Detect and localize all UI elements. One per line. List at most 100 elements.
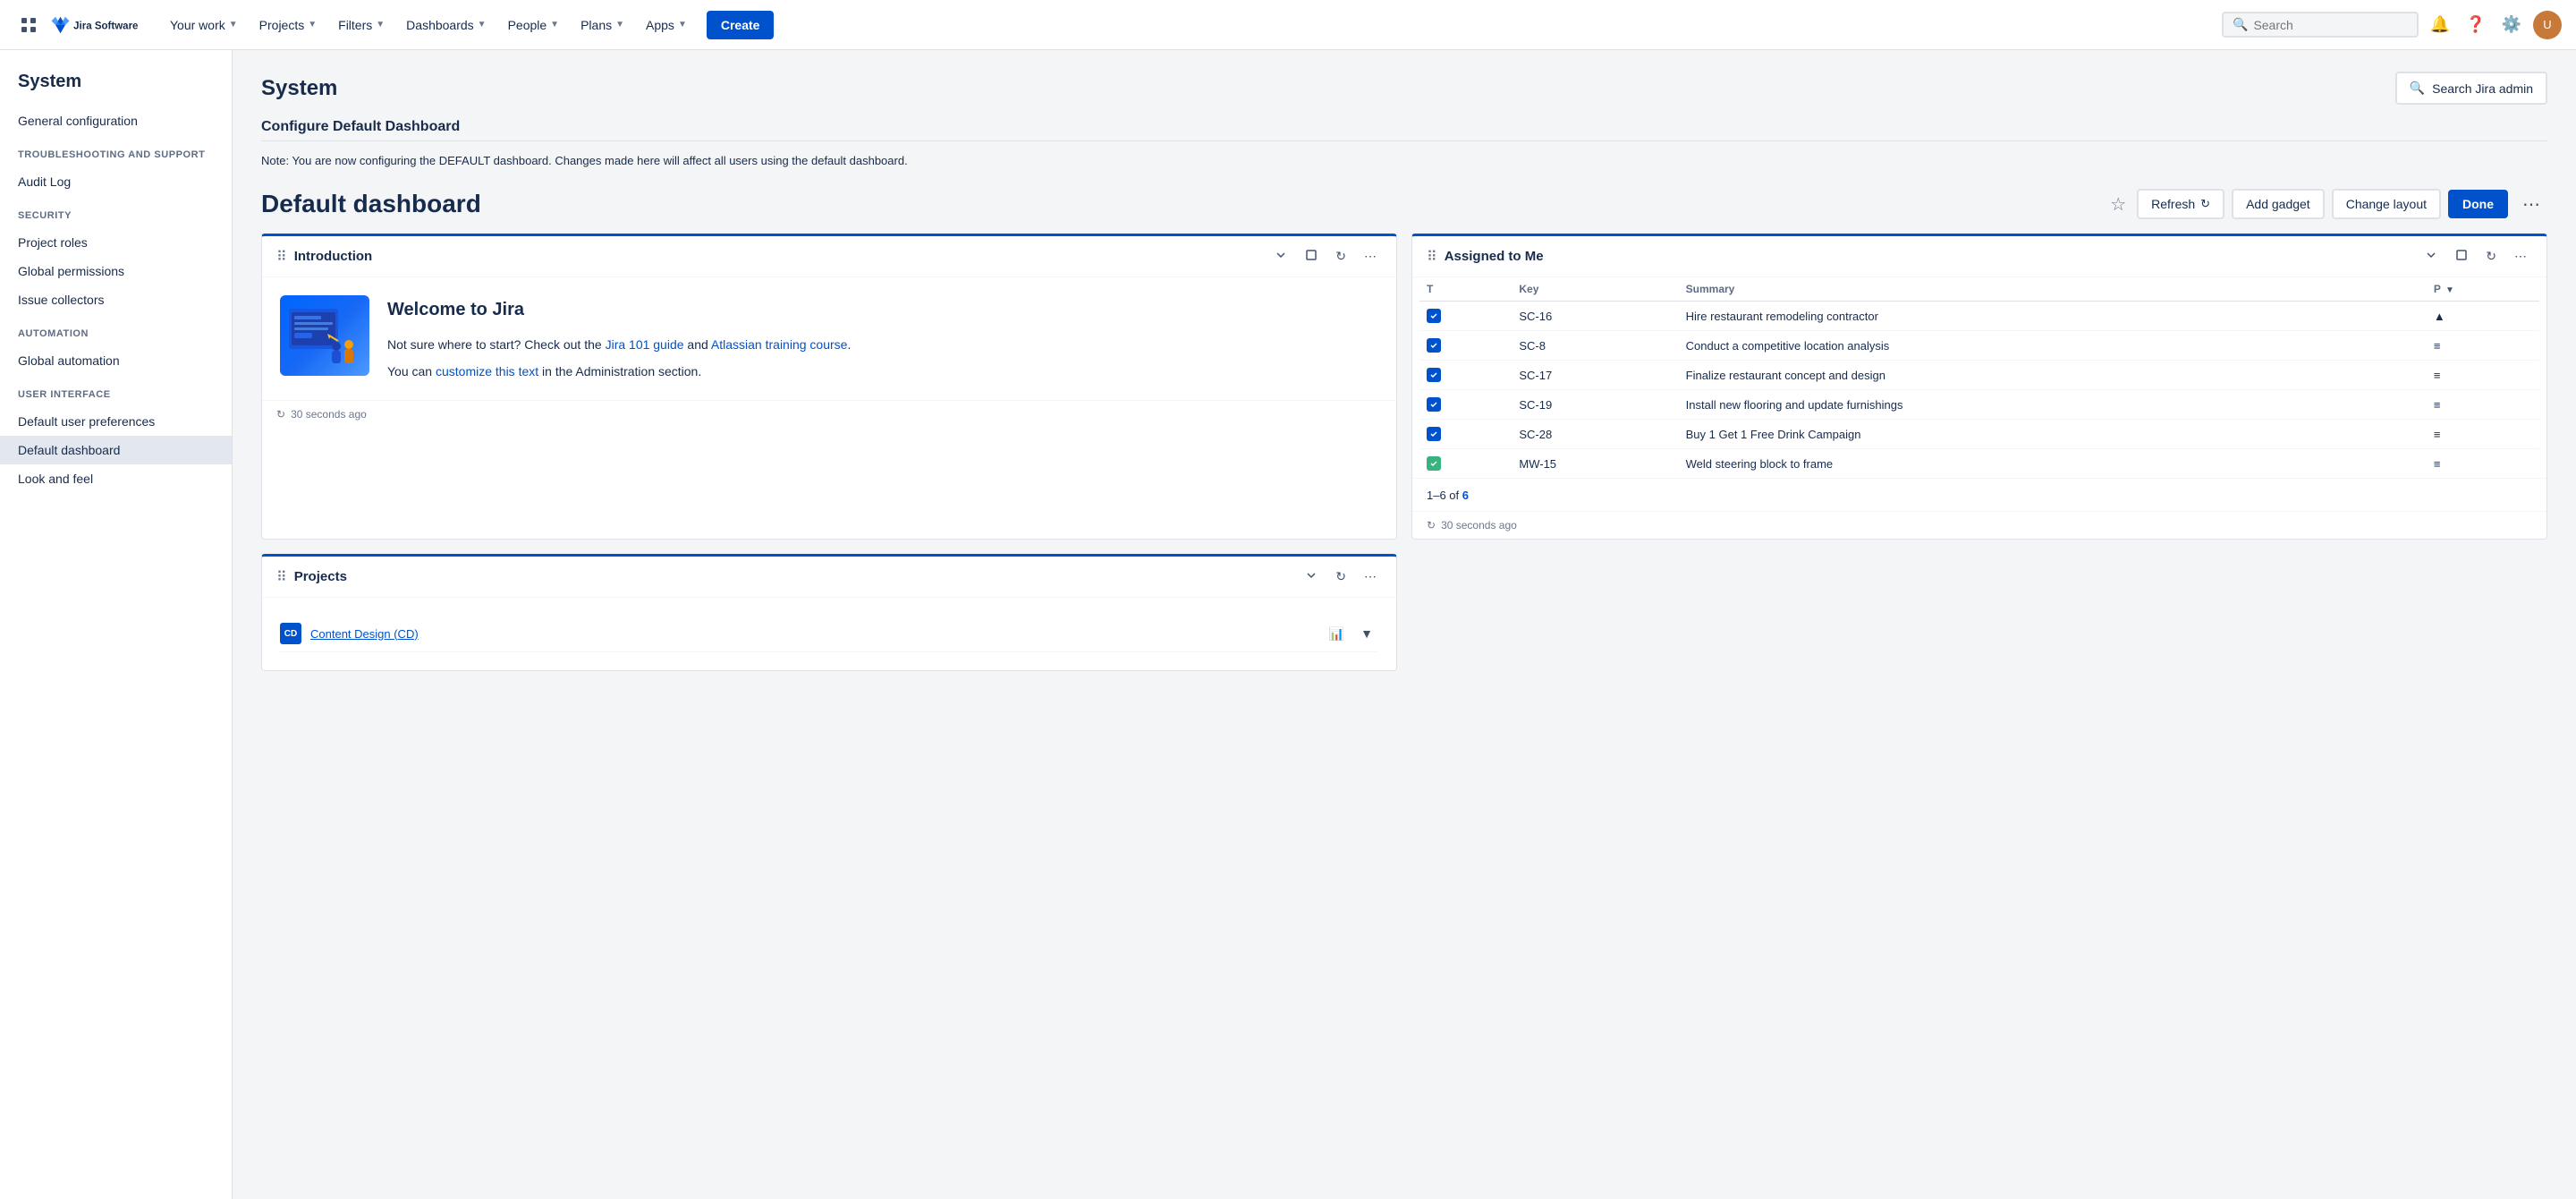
intro-body-post: . bbox=[847, 337, 851, 352]
help-button[interactable]: ❓ bbox=[2462, 11, 2490, 39]
jira-guide-link[interactable]: Jira 101 guide bbox=[606, 337, 684, 352]
customize-link[interactable]: customize this text bbox=[436, 364, 538, 378]
done-button[interactable]: Done bbox=[2448, 190, 2508, 218]
table-row: SC-28 Buy 1 Get 1 Free Drink Campaign ≡ bbox=[1419, 420, 2539, 449]
notifications-button[interactable]: 🔔 bbox=[2426, 11, 2454, 39]
topnav: Jira Software Your work ▼ Projects ▼ Fil… bbox=[0, 0, 2576, 50]
intro-body-pre: Not sure where to start? Check out the bbox=[387, 337, 606, 352]
assigned-to-me-gadget: ⠿ Assigned to Me ↻ ⋯ T bbox=[1411, 234, 2547, 540]
change-layout-button[interactable]: Change layout bbox=[2332, 189, 2441, 219]
more-options-button[interactable]: ⋯ bbox=[2515, 190, 2547, 219]
assigned-refresh-button[interactable]: ↻ bbox=[2480, 247, 2502, 266]
introduction-maximize-button[interactable] bbox=[1300, 247, 1323, 266]
issue-type-icon-sc16 bbox=[1427, 309, 1441, 323]
refresh-label: Refresh bbox=[2151, 197, 2195, 211]
row-key-sc19[interactable]: SC-19 bbox=[1512, 390, 1678, 420]
configure-divider bbox=[261, 140, 2547, 141]
projects-minimize-button[interactable] bbox=[1300, 567, 1323, 586]
assigned-minimize-button[interactable] bbox=[2419, 247, 2443, 266]
sidebar-item-project-roles[interactable]: Project roles bbox=[0, 228, 232, 257]
create-button[interactable]: Create bbox=[707, 11, 775, 39]
sidebar-item-general-configuration[interactable]: General configuration bbox=[0, 106, 232, 135]
nav-people[interactable]: People ▼ bbox=[499, 13, 569, 38]
nav-projects[interactable]: Projects ▼ bbox=[250, 13, 326, 38]
nav-plans[interactable]: Plans ▼ bbox=[572, 13, 633, 38]
row-summary-sc19: Install new flooring and update furnishi… bbox=[1679, 390, 2427, 420]
nav-apps[interactable]: Apps ▼ bbox=[637, 13, 696, 38]
table-row: SC-17 Finalize restaurant concept and de… bbox=[1419, 361, 2539, 390]
introduction-minimize-button[interactable] bbox=[1269, 247, 1292, 266]
nav-people-label: People bbox=[508, 18, 547, 32]
settings-button[interactable]: ⚙️ bbox=[2497, 11, 2526, 39]
sidebar-item-issue-collectors[interactable]: Issue collectors bbox=[0, 285, 232, 314]
star-button[interactable]: ☆ bbox=[2106, 190, 2130, 219]
row-priority-sc8: ≡ bbox=[2427, 331, 2539, 361]
main-content: System 🔍 Search Jira admin Configure Def… bbox=[233, 50, 2576, 1199]
sidebar-label-global-automation: Global automation bbox=[18, 353, 120, 368]
row-type-sc17 bbox=[1419, 361, 1512, 390]
introduction-more-button[interactable]: ⋯ bbox=[1359, 247, 1382, 266]
issue-type-icon-sc28 bbox=[1427, 427, 1441, 441]
grid-menu-icon[interactable] bbox=[14, 11, 43, 39]
row-key-sc17[interactable]: SC-17 bbox=[1512, 361, 1678, 390]
nav-projects-label: Projects bbox=[259, 18, 305, 32]
nav-apps-chevron: ▼ bbox=[678, 20, 687, 30]
add-gadget-button[interactable]: Add gadget bbox=[2232, 189, 2325, 219]
sidebar-item-global-automation[interactable]: Global automation bbox=[0, 346, 232, 375]
row-key-sc28[interactable]: SC-28 bbox=[1512, 420, 1678, 449]
dashboard-actions: ☆ Refresh ↻ Add gadget Change layout Don… bbox=[2106, 189, 2547, 219]
search-admin-icon: 🔍 bbox=[2410, 81, 2425, 96]
row-key-mw15[interactable]: MW-15 bbox=[1512, 449, 1678, 479]
intro-text: Welcome to Jira Not sure where to start?… bbox=[387, 295, 851, 382]
assigned-drag-handle[interactable]: ⠿ bbox=[1427, 248, 1437, 266]
introduction-gadget-body: Welcome to Jira Not sure where to start?… bbox=[262, 277, 1396, 400]
jira-logo[interactable]: Jira Software bbox=[50, 13, 140, 38]
assigned-maximize-button[interactable] bbox=[2450, 247, 2473, 266]
table-row: SC-16 Hire restaurant remodeling contrac… bbox=[1419, 302, 2539, 331]
projects-drag-handle[interactable]: ⠿ bbox=[276, 568, 287, 586]
sidebar-item-audit-log[interactable]: Audit Log bbox=[0, 167, 232, 196]
introduction-drag-handle[interactable]: ⠿ bbox=[276, 248, 287, 266]
assigned-more-button[interactable]: ⋯ bbox=[2509, 247, 2532, 266]
sidebar-label-general-configuration: General configuration bbox=[18, 114, 138, 128]
projects-chart-button[interactable]: 📊 bbox=[1324, 625, 1350, 643]
pagination-text: 1–6 of 6 bbox=[1427, 489, 1469, 502]
projects-filter-button[interactable]: ▼ bbox=[1355, 625, 1378, 643]
search-box[interactable]: 🔍 bbox=[2222, 12, 2419, 38]
avatar[interactable]: U bbox=[2533, 11, 2562, 39]
intro-body-line2: You can customize this text in the Admin… bbox=[387, 361, 851, 381]
sidebar-item-look-and-feel[interactable]: Look and feel bbox=[0, 464, 232, 493]
projects-refresh-button[interactable]: ↻ bbox=[1330, 567, 1352, 586]
search-icon: 🔍 bbox=[2233, 17, 2248, 32]
sidebar-title: System bbox=[0, 68, 232, 106]
sidebar-item-default-user-preferences[interactable]: Default user preferences bbox=[0, 407, 232, 436]
sidebar-item-default-dashboard[interactable]: Default dashboard bbox=[0, 436, 232, 464]
row-key-sc16[interactable]: SC-16 bbox=[1512, 302, 1678, 331]
introduction-refresh-button[interactable]: ↻ bbox=[1330, 247, 1352, 266]
table-header-row: T Key Summary P ▼ bbox=[1419, 277, 2539, 302]
row-type-sc16 bbox=[1419, 302, 1512, 331]
nav-dashboards-label: Dashboards bbox=[406, 18, 474, 32]
projects-gadget-body: CD Content Design (CD) 📊 ▼ bbox=[262, 598, 1396, 670]
row-summary-sc17: Finalize restaurant concept and design bbox=[1679, 361, 2427, 390]
project-link-cd[interactable]: Content Design (CD) bbox=[310, 627, 419, 641]
pagination-link[interactable]: 6 bbox=[1462, 489, 1469, 502]
sidebar-item-global-permissions[interactable]: Global permissions bbox=[0, 257, 232, 285]
refresh-icon-footer: ↻ bbox=[276, 408, 285, 421]
nav-dashboards[interactable]: Dashboards ▼ bbox=[397, 13, 495, 38]
sidebar-label-default-user-preferences: Default user preferences bbox=[18, 414, 155, 429]
atlassian-link[interactable]: Atlassian training course bbox=[711, 337, 848, 352]
projects-more-button[interactable]: ⋯ bbox=[1359, 567, 1382, 586]
projects-gadget: ⠿ Projects ↻ ⋯ CD Content Design (CD) bbox=[261, 554, 1397, 671]
nav-filters[interactable]: Filters ▼ bbox=[329, 13, 394, 38]
refresh-button[interactable]: Refresh ↻ bbox=[2137, 189, 2224, 219]
nav-your-work-label: Your work bbox=[170, 18, 225, 32]
nav-filters-chevron: ▼ bbox=[376, 20, 385, 30]
row-key-sc8[interactable]: SC-8 bbox=[1512, 331, 1678, 361]
search-input[interactable] bbox=[2253, 18, 2405, 32]
svg-text:Jira Software: Jira Software bbox=[73, 21, 139, 31]
page-title: System bbox=[261, 76, 337, 101]
assigned-table: T Key Summary P ▼ bbox=[1419, 277, 2539, 478]
nav-your-work[interactable]: Your work ▼ bbox=[161, 13, 247, 38]
search-admin-button[interactable]: 🔍 Search Jira admin bbox=[2395, 72, 2547, 105]
